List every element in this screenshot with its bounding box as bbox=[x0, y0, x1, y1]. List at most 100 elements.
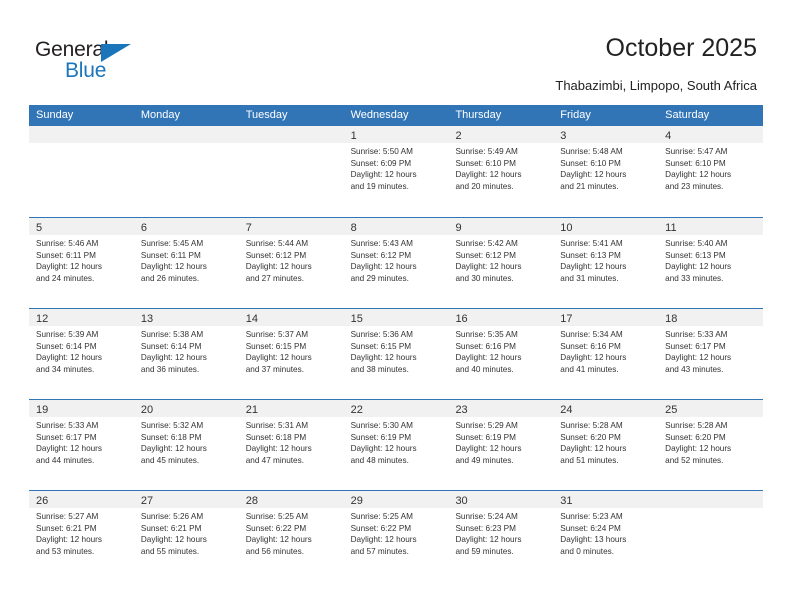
day-number: 5 bbox=[36, 222, 43, 234]
day-cell[interactable]: 26 Sunrise: 5:27 AM Sunset: 6:21 PM Dayligh… bbox=[29, 491, 134, 581]
day-cell[interactable]: 13 Sunrise: 5:38 AM Sunset: 6:14 PM Dayligh… bbox=[133, 309, 239, 399]
day-cell[interactable]: 4 Sunrise: 5:47 AM Sunset: 6:10 PM Daylight… bbox=[658, 126, 764, 217]
sunset-text: Sunset: 6:16 PM bbox=[455, 341, 516, 351]
sunrise-text: Sunrise: 5:45 AM bbox=[140, 239, 204, 248]
day-cell[interactable]: 21 Sunrise: 5:31 AM Sunset: 6:18 PM Dayligh… bbox=[238, 400, 344, 490]
day-cell[interactable]: 19 Sunrise: 5:33 AM Sunset: 6:17 PM Dayligh… bbox=[29, 400, 134, 490]
daylight-text-line2: and 55 minutes. bbox=[140, 546, 200, 556]
day-cell[interactable]: 20 Sunrise: 5:32 AM Sunset: 6:18 PM Dayligh… bbox=[133, 400, 239, 490]
daylight-text-line2: and 38 minutes. bbox=[350, 364, 409, 374]
day-cell[interactable]: 23 Sunrise: 5:29 AM Sunset: 6:19 PM Dayligh… bbox=[448, 400, 554, 490]
day-info: Sunrise: 5:37 AM Sunset: 6:15 PM Daylight:… bbox=[239, 326, 344, 375]
day-number-strip: 17 bbox=[553, 309, 659, 326]
day-number: 22 bbox=[350, 404, 363, 416]
day-cell[interactable]: 2 Sunrise: 5:49 AM Sunset: 6:10 PM Daylight… bbox=[448, 126, 554, 217]
daylight-text-line2: and 52 minutes. bbox=[665, 455, 724, 465]
day-info: Sunrise: 5:41 AM Sunset: 6:13 PM Daylight:… bbox=[553, 235, 658, 284]
day-cell[interactable]: 11 Sunrise: 5:40 AM Sunset: 6:13 PM Dayligh… bbox=[658, 218, 764, 308]
day-info: Sunrise: 5:35 AM Sunset: 6:16 PM Daylight:… bbox=[448, 326, 553, 375]
day-number: 10 bbox=[560, 222, 573, 234]
page-title: October 2025 bbox=[605, 34, 758, 62]
day-cell[interactable]: 18 Sunrise: 5:33 AM Sunset: 6:17 PM Dayligh… bbox=[658, 309, 764, 399]
sunrise-text: Sunrise: 5:39 AM bbox=[36, 330, 99, 339]
daylight-text-line1: Daylight: 12 hours bbox=[455, 353, 522, 363]
day-cell[interactable]: 22 Sunrise: 5:30 AM Sunset: 6:19 PM Dayligh… bbox=[343, 400, 449, 490]
sunrise-text: Sunrise: 5:29 AM bbox=[455, 421, 518, 430]
daylight-text-line1: Daylight: 12 hours bbox=[140, 262, 207, 272]
daylight-text-line2: and 30 minutes. bbox=[455, 273, 514, 283]
day-info: Sunrise: 5:24 AM Sunset: 6:23 PM Daylight:… bbox=[448, 508, 553, 557]
daylight-text-line1: Daylight: 12 hours bbox=[350, 444, 417, 454]
sunrise-text: Sunrise: 5:32 AM bbox=[140, 421, 204, 430]
daylight-text-line2: and 19 minutes. bbox=[350, 181, 409, 191]
daylight-text-line2: and 31 minutes. bbox=[560, 273, 619, 283]
day-cell[interactable]: 9 Sunrise: 5:42 AM Sunset: 6:12 PM Daylight… bbox=[448, 218, 554, 308]
daylight-text-line1: Daylight: 13 hours bbox=[560, 535, 627, 545]
sunset-text: Sunset: 6:10 PM bbox=[455, 158, 516, 168]
day-cell[interactable]: 6 Sunrise: 5:45 AM Sunset: 6:11 PM Daylight… bbox=[133, 218, 239, 308]
day-number: 17 bbox=[560, 313, 573, 325]
daylight-text-line1: Daylight: 12 hours bbox=[350, 262, 417, 272]
day-cell[interactable]: 30 Sunrise: 5:24 AM Sunset: 6:23 PM Dayligh… bbox=[448, 491, 554, 581]
daylight-text-line2: and 45 minutes. bbox=[140, 455, 200, 465]
daylight-text-line2: and 51 minutes. bbox=[560, 455, 619, 465]
day-number-strip: 18 bbox=[658, 309, 764, 326]
day-info: Sunrise: 5:50 AM Sunset: 6:09 PM Daylight:… bbox=[344, 143, 449, 192]
day-cell[interactable]: 14 Sunrise: 5:37 AM Sunset: 6:15 PM Dayligh… bbox=[238, 309, 344, 399]
day-cell[interactable]: 24 Sunrise: 5:28 AM Sunset: 6:20 PM Dayligh… bbox=[553, 400, 659, 490]
daylight-text-line1: Daylight: 12 hours bbox=[140, 353, 207, 363]
day-number: 4 bbox=[665, 130, 672, 142]
day-number-strip: 6 bbox=[133, 218, 239, 235]
day-cell[interactable]: 3 Sunrise: 5:48 AM Sunset: 6:10 PM Daylight… bbox=[553, 126, 659, 217]
day-info: Sunrise: 5:47 AM Sunset: 6:10 PM Daylight:… bbox=[658, 143, 763, 192]
day-cell[interactable]: 17 Sunrise: 5:34 AM Sunset: 6:16 PM Dayligh… bbox=[553, 309, 659, 399]
calendar-page: General Blue October 2025 Thabazimbi, Li… bbox=[0, 0, 792, 612]
day-cell[interactable]: 31 Sunrise: 5:23 AM Sunset: 6:24 PM Dayligh… bbox=[553, 491, 659, 581]
day-number-strip bbox=[29, 126, 134, 143]
weekday-header-sunday: Sunday bbox=[36, 109, 74, 121]
day-cell[interactable]: 10 Sunrise: 5:41 AM Sunset: 6:13 PM Dayligh… bbox=[553, 218, 659, 308]
calendar-week-row: 19 Sunrise: 5:33 AM Sunset: 6:17 PM Dayligh… bbox=[29, 399, 764, 490]
sunset-text: Sunset: 6:16 PM bbox=[560, 341, 621, 351]
day-number: 28 bbox=[245, 495, 258, 507]
daylight-text-line2: and 23 minutes. bbox=[665, 181, 724, 191]
daylight-text-line2: and 33 minutes. bbox=[665, 273, 724, 283]
daylight-text-line1: Daylight: 12 hours bbox=[245, 262, 312, 272]
day-cell[interactable]: 7 Sunrise: 5:44 AM Sunset: 6:12 PM Daylight… bbox=[238, 218, 344, 308]
day-number-strip: 20 bbox=[133, 400, 239, 417]
day-info: Sunrise: 5:28 AM Sunset: 6:20 PM Daylight:… bbox=[553, 417, 658, 466]
day-cell[interactable]: 27 Sunrise: 5:26 AM Sunset: 6:21 PM Dayligh… bbox=[133, 491, 239, 581]
weekday-header-friday: Friday bbox=[560, 109, 591, 121]
day-number-strip: 26 bbox=[29, 491, 134, 508]
day-info: Sunrise: 5:44 AM Sunset: 6:12 PM Daylight:… bbox=[239, 235, 344, 284]
day-number-strip: 19 bbox=[29, 400, 134, 417]
day-info: Sunrise: 5:42 AM Sunset: 6:12 PM Daylight:… bbox=[448, 235, 553, 284]
daylight-text-line2: and 37 minutes. bbox=[245, 364, 304, 374]
day-cell[interactable]: 12 Sunrise: 5:39 AM Sunset: 6:14 PM Dayligh… bbox=[29, 309, 134, 399]
day-cell[interactable]: 15 Sunrise: 5:36 AM Sunset: 6:15 PM Dayligh… bbox=[343, 309, 449, 399]
day-cell[interactable]: 25 Sunrise: 5:28 AM Sunset: 6:20 PM Dayligh… bbox=[658, 400, 764, 490]
day-info: Sunrise: 5:49 AM Sunset: 6:10 PM Daylight:… bbox=[448, 143, 553, 192]
general-blue-logo[interactable]: General Blue bbox=[35, 38, 165, 86]
day-cell[interactable]: 1 Sunrise: 5:50 AM Sunset: 6:09 PM Daylight… bbox=[343, 126, 449, 217]
day-cell[interactable]: 8 Sunrise: 5:43 AM Sunset: 6:12 PM Daylight… bbox=[343, 218, 449, 308]
calendar-week-row: 5 Sunrise: 5:46 AM Sunset: 6:11 PM Daylight… bbox=[29, 217, 764, 308]
day-cell-empty bbox=[658, 491, 764, 581]
weekday-header-saturday: Saturday bbox=[665, 109, 710, 121]
daylight-text-line1: Daylight: 12 hours bbox=[665, 353, 732, 363]
sunrise-text: Sunrise: 5:44 AM bbox=[245, 239, 309, 248]
day-number: 26 bbox=[36, 495, 49, 507]
day-number-strip bbox=[133, 126, 239, 143]
day-number: 25 bbox=[665, 404, 678, 416]
day-number: 19 bbox=[36, 404, 49, 416]
day-number: 15 bbox=[350, 313, 363, 325]
day-cell[interactable]: 16 Sunrise: 5:35 AM Sunset: 6:16 PM Dayligh… bbox=[448, 309, 554, 399]
day-number-strip: 31 bbox=[553, 491, 659, 508]
day-cell[interactable]: 29 Sunrise: 5:25 AM Sunset: 6:22 PM Dayligh… bbox=[343, 491, 449, 581]
day-number-strip: 12 bbox=[29, 309, 134, 326]
day-number: 8 bbox=[350, 222, 357, 234]
day-info: Sunrise: 5:25 AM Sunset: 6:22 PM Daylight:… bbox=[239, 508, 344, 557]
day-cell[interactable]: 28 Sunrise: 5:25 AM Sunset: 6:22 PM Dayligh… bbox=[238, 491, 344, 581]
daylight-text-line2: and 43 minutes. bbox=[665, 364, 724, 374]
day-cell[interactable]: 5 Sunrise: 5:46 AM Sunset: 6:11 PM Daylight… bbox=[29, 218, 134, 308]
